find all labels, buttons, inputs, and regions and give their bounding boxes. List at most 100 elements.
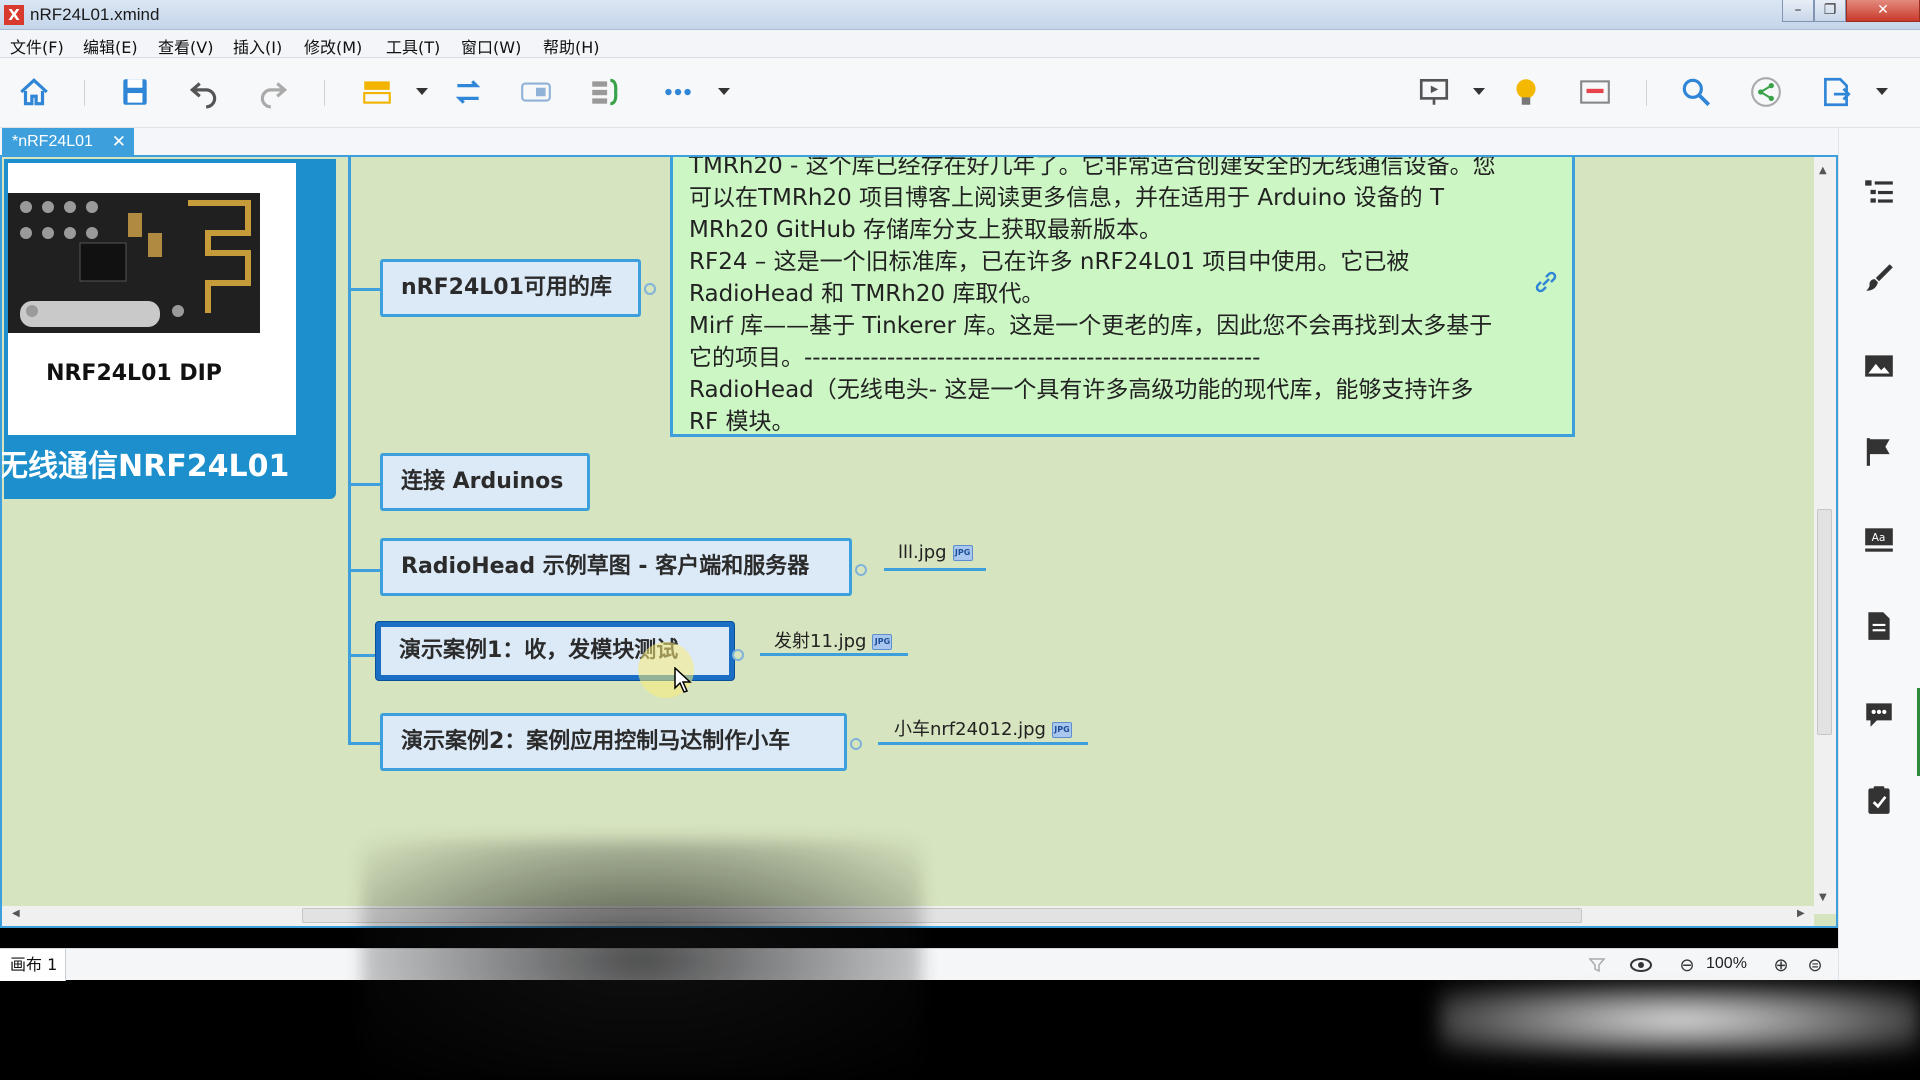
central-topic-title: 无线通信NRF24L01 [0, 449, 290, 484]
eye-icon[interactable] [1630, 954, 1652, 976]
branch-line [350, 483, 382, 486]
collapse-knob[interactable] [644, 283, 656, 295]
window-title: nRF24L01.xmind [30, 5, 160, 24]
more-dropdown-icon[interactable] [718, 88, 730, 95]
menu-help[interactable]: 帮助(H) [543, 34, 600, 58]
note-line: RadioHead（无线电头- 这是一个具有许多高级功能的现代库，能够支持许多 [689, 377, 1474, 403]
vertical-scrollbar[interactable]: ▲ ▼ [1814, 157, 1836, 914]
scroll-down-icon[interactable]: ▼ [1819, 892, 1827, 903]
scroll-left-icon[interactable]: ◀ [12, 908, 20, 919]
hyperlink-icon[interactable] [1534, 270, 1558, 298]
redo-icon[interactable] [253, 72, 293, 112]
menu-edit[interactable]: 编辑(E) [83, 34, 138, 58]
topic-insert-icon[interactable] [357, 72, 397, 112]
more-icon[interactable] [658, 72, 698, 112]
note-line: 可以在TMRh20 项目博客上阅读更多信息，并在适用于 Arduino 设备的 … [689, 185, 1445, 211]
zoom-in-icon[interactable]: ⊕ [1770, 954, 1792, 976]
scroll-right-icon[interactable]: ▶ [1797, 908, 1805, 919]
collapse-knob[interactable] [855, 564, 867, 576]
menu-view[interactable]: 查看(V) [158, 34, 213, 58]
jpg-file-icon: JPG [1051, 722, 1072, 738]
home-icon[interactable] [14, 72, 54, 112]
tab-nrf24l01[interactable]: *nRF24L01 ✕ [2, 128, 134, 156]
gantt-icon[interactable] [1575, 72, 1615, 112]
tab-label: *nRF24L01 [12, 133, 93, 150]
menu-insert[interactable]: 插入(I) [233, 34, 282, 58]
menu-bar: 文件(F) 编辑(E) 查看(V) 插入(I) 修改(M) 工具(T) 窗口(W… [0, 30, 1920, 58]
tab-strip: *nRF24L01 ✕ [0, 128, 1920, 156]
undo-icon[interactable] [184, 72, 224, 112]
format-brush-icon[interactable] [1859, 258, 1899, 298]
attachment-line [878, 742, 1088, 745]
branch-line [350, 288, 382, 291]
export-icon[interactable] [1816, 72, 1856, 112]
marker-flag-icon[interactable] [1859, 432, 1899, 472]
topic-connect-arduinos[interactable]: 连接 Arduinos [380, 453, 590, 511]
presentation-icon[interactable] [1414, 72, 1454, 112]
restore-button[interactable]: ❐ [1814, 0, 1846, 22]
image-caption: NRF24L01 DIP [46, 361, 222, 386]
minimize-button[interactable]: – [1782, 0, 1814, 22]
text-style-icon[interactable]: Aa [1859, 520, 1899, 560]
module-photo: NRF24L01 DIP [8, 163, 296, 435]
image-icon[interactable] [1859, 346, 1899, 386]
share-icon[interactable] [1746, 72, 1786, 112]
comments-icon[interactable] [1859, 694, 1899, 734]
zoom-out-icon[interactable]: ⊖ [1676, 954, 1698, 976]
close-button[interactable]: ✕ [1846, 0, 1920, 22]
vertical-scroll-thumb[interactable] [1817, 509, 1832, 735]
sheet-tab[interactable]: 画布 1 [0, 949, 66, 981]
topic-radiohead-sketch[interactable]: RadioHead 示例草图 - 客户端和服务器 [380, 538, 852, 596]
central-topic[interactable]: NRF24L01 DIP 无线通信NRF24L01 [2, 159, 336, 499]
jpg-file-icon: JPG [952, 545, 973, 561]
tab-close-icon[interactable]: ✕ [112, 128, 126, 156]
summary-icon[interactable] [585, 72, 625, 112]
mindmap-canvas[interactable]: NRF24L01 DIP 无线通信NRF24L01 nRF24L01可用的库 T… [0, 155, 1838, 928]
menu-modify[interactable]: 修改(M) [304, 34, 362, 58]
search-icon[interactable] [1676, 72, 1716, 112]
xmind-app-icon: X [4, 5, 24, 25]
boundary-icon[interactable] [516, 72, 556, 112]
blurred-overlay [362, 840, 922, 1080]
idea-bulb-icon[interactable] [1506, 72, 1546, 112]
filter-icon[interactable] [1586, 954, 1608, 976]
attachment-launch-jpg[interactable]: 发射11.jpg JPG [774, 627, 893, 653]
notes-document-icon[interactable] [1859, 606, 1899, 646]
save-icon[interactable] [115, 72, 155, 112]
menu-window[interactable]: 窗口(W) [461, 34, 521, 58]
attachment-car-jpg[interactable]: 小车nrf24012.jpg JPG [894, 715, 1072, 741]
outline-icon[interactable] [1859, 172, 1899, 212]
collapse-knob[interactable] [850, 738, 862, 750]
blurred-overlay [1440, 985, 1920, 1055]
nrf24l01-module-image [8, 193, 260, 333]
mouse-cursor-icon [674, 666, 692, 697]
collapse-knob[interactable] [732, 649, 744, 661]
presentation-dropdown-icon[interactable] [1473, 88, 1485, 95]
toolbar [0, 58, 1920, 128]
topic-demo-case-2[interactable]: 演示案例2：案例应用控制马达制作小车 [380, 713, 847, 771]
attachment-line [760, 653, 908, 656]
branch-line [350, 569, 382, 572]
note-line: TMRh20 - 这个库已经存在好几年了。它非常适合创建安全的无线通信设备。您 [689, 155, 1496, 179]
note-line: Mirf 库——基于 Tinkerer 库。这是一个更老的库，因此您不会再找到太… [689, 313, 1493, 339]
jpg-file-icon: JPG [872, 634, 893, 650]
attachment-label: 小车nrf24012.jpg [894, 719, 1046, 740]
attachment-label: lll.jpg [898, 542, 947, 563]
zoom-level[interactable]: 100% [1706, 955, 1747, 973]
export-dropdown-icon[interactable] [1876, 88, 1888, 95]
title-bar: X nRF24L01.xmind – ❐ ✕ [0, 0, 1920, 30]
attachment-lll-jpg[interactable]: lll.jpg JPG [898, 542, 973, 563]
right-sidebar: Aa [1838, 128, 1920, 980]
task-clipboard-icon[interactable] [1859, 780, 1899, 820]
note-line: 它的项目。-----------------------------------… [689, 345, 1261, 371]
topic-dropdown-icon[interactable] [416, 88, 428, 95]
menu-tools[interactable]: 工具(T) [386, 34, 440, 58]
topic-libraries[interactable]: nRF24L01可用的库 [380, 259, 641, 317]
menu-file[interactable]: 文件(F) [10, 34, 64, 58]
scroll-up-icon[interactable]: ▲ [1819, 165, 1827, 176]
fit-view-icon[interactable]: ⊜ [1804, 954, 1826, 976]
attachment-line [884, 568, 986, 571]
note-line: RF 模块。 [689, 409, 795, 435]
relationship-icon[interactable] [448, 72, 488, 112]
topic-note[interactable]: TMRh20 - 这个库已经存在好几年了。它非常适合创建安全的无线通信设备。您 … [670, 155, 1575, 437]
